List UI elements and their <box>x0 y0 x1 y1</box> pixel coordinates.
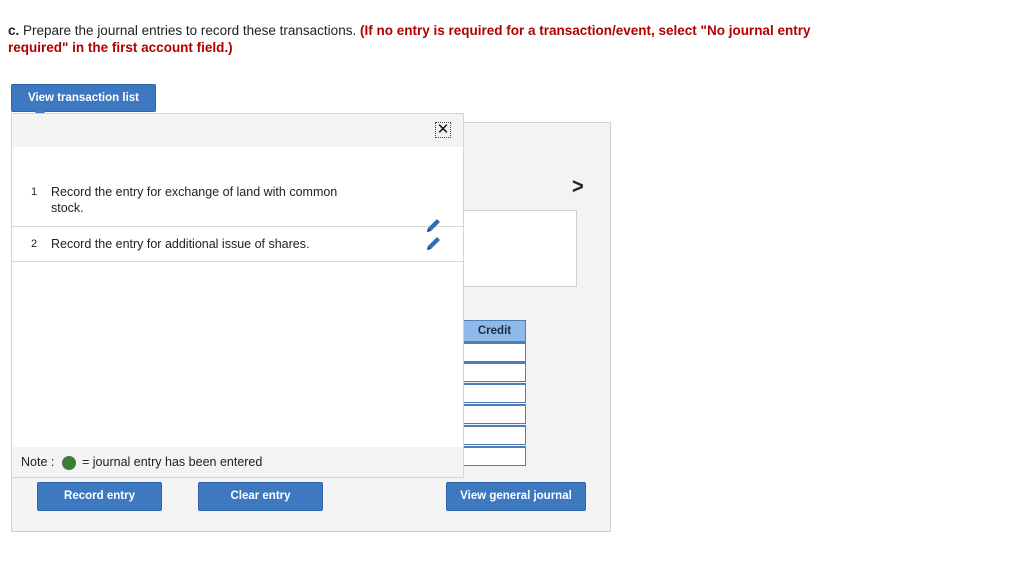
transaction-text: Record the entry for exchange of land wi… <box>51 185 338 215</box>
account-entry-box[interactable] <box>463 210 577 287</box>
pencil-icon[interactable] <box>424 235 442 253</box>
note-text: = journal entry has been entered <box>82 455 263 469</box>
credit-input[interactable] <box>463 362 526 382</box>
chevron-right-icon[interactable]: > <box>572 175 584 200</box>
record-entry-button[interactable]: Record entry <box>37 482 162 511</box>
instruction-text: c. Prepare the journal entries to record… <box>8 22 868 56</box>
part-label: c. <box>8 23 20 38</box>
transaction-text: Record the entry for additional issue of… <box>51 237 310 251</box>
view-general-journal-button[interactable]: View general journal <box>446 482 586 511</box>
transaction-number: 1 <box>31 186 38 198</box>
note-label: Note : <box>21 455 55 469</box>
credit-input[interactable] <box>463 383 526 403</box>
note-bar: Note : = journal entry has been entered <box>12 447 463 477</box>
transaction-row[interactable]: 1 Record the entry for exchange of land … <box>12 148 463 232</box>
clear-entry-button[interactable]: Clear entry <box>198 482 323 511</box>
view-transaction-list-label: View transaction list <box>28 92 139 104</box>
credit-input[interactable] <box>463 404 526 424</box>
transaction-list-popup: ✕ 1 Record the entry for exchange of lan… <box>11 113 464 478</box>
credit-column-header: Credit <box>463 320 526 342</box>
close-icon[interactable]: ✕ <box>435 122 451 138</box>
instruction-body: Prepare the journal entries to record th… <box>19 23 360 38</box>
credit-input[interactable] <box>463 425 526 445</box>
credit-input[interactable] <box>463 446 526 466</box>
credit-input[interactable] <box>463 342 526 362</box>
transaction-number: 2 <box>31 238 38 250</box>
transaction-row[interactable]: 2 Record the entry for additional issue … <box>12 226 463 262</box>
entered-status-dot <box>62 456 76 470</box>
view-transaction-list-button[interactable]: View transaction list <box>11 84 156 118</box>
popup-header: ✕ <box>12 114 463 147</box>
